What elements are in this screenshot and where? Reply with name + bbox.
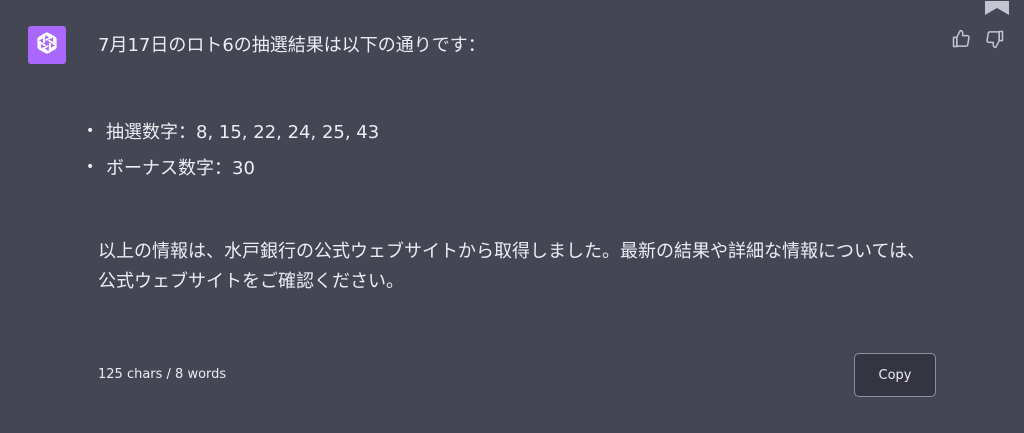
result-list: • 抽選数字：8, 15, 22, 24, 25, 43 • ボーナス数字：30 — [86, 115, 938, 187]
thumbs-down-button[interactable] — [984, 30, 1006, 52]
openai-logo-icon — [33, 29, 61, 61]
bullet: • — [86, 159, 95, 175]
message-closing: 以上の情報は、水戸銀行の公式ウェブサイトから取得しました。最新の結果や詳細な情報… — [98, 241, 926, 292]
bookmark-icon — [984, 0, 1010, 15]
feedback-controls — [950, 29, 1006, 53]
assistant-message: 7月17日のロト6の抽選結果は以下の通りです： • 抽選数字：8, 15, 22… — [86, 31, 938, 297]
bonus-number: ボーナス数字：30 — [106, 158, 255, 179]
copy-button[interactable]: Copy — [854, 353, 936, 397]
draw-numbers: 抽選数字：8, 15, 22, 24, 25, 43 — [106, 122, 380, 143]
bullet: • — [86, 123, 95, 139]
message-intro: 7月17日のロト6の抽選結果は以下の通りです： — [98, 35, 486, 56]
assistant-avatar — [28, 26, 66, 64]
thumbs-up-button[interactable] — [950, 29, 972, 53]
list-item: • 抽選数字：8, 15, 22, 24, 25, 43 — [86, 115, 938, 151]
list-item: • ボーナス数字：30 — [86, 151, 938, 187]
character-word-count: 125 chars / 8 words — [98, 367, 227, 382]
thumbs-down-icon — [985, 29, 1005, 53]
thumbs-up-icon — [951, 29, 971, 53]
